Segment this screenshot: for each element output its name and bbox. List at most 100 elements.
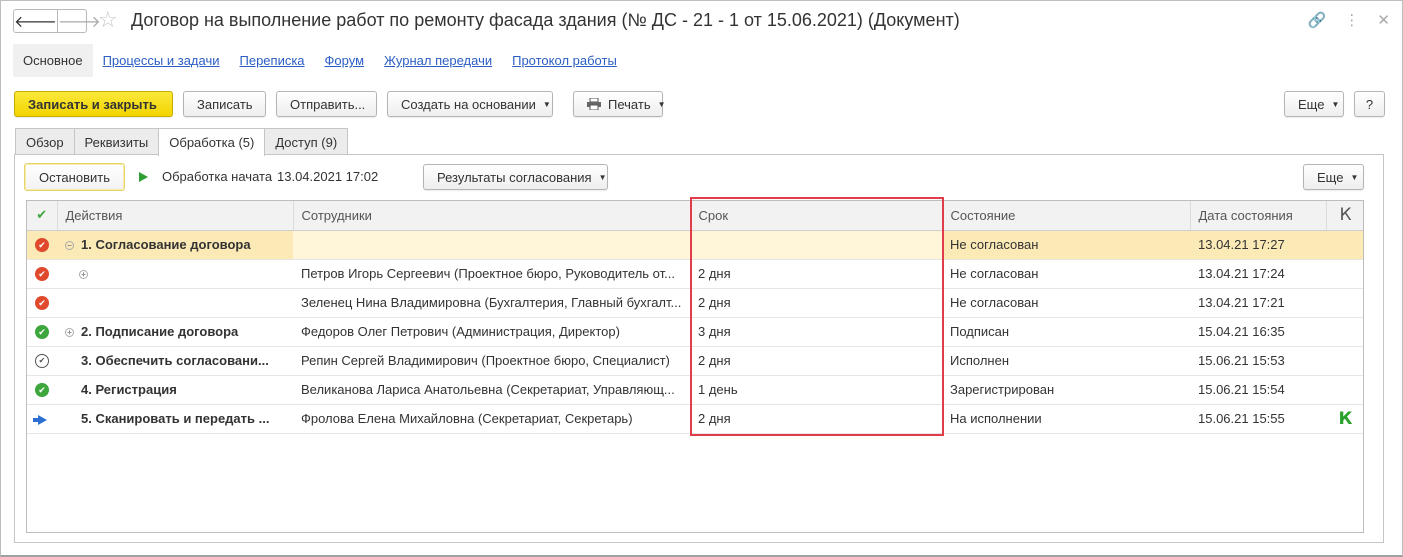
collapse-icon[interactable]: − <box>65 241 74 251</box>
rejected-status-icon: ✔ <box>35 296 49 311</box>
employee-cell: Зеленец Нина Владимировна (Бухгалтерия, … <box>293 288 690 318</box>
panel-more-button[interactable]: Еще ▼ <box>1303 164 1364 190</box>
more-label: Еще <box>1298 96 1325 112</box>
empty-cell <box>690 433 942 462</box>
processing-panel: Остановить Обработка начата 13.04.2021 1… <box>14 154 1384 543</box>
tab-processes[interactable]: Процессы и задачи <box>93 44 230 77</box>
processing-started-label: Обработка начата <box>162 169 273 184</box>
tab-access[interactable]: Доступ (9) <box>264 128 349 155</box>
table-row[interactable]: ✔ 4. Регистрация Великанова Лариса Анатоль… <box>27 375 1363 405</box>
send-button[interactable]: Отправить... <box>276 91 377 117</box>
column-actions[interactable]: Действия <box>57 201 294 231</box>
term-cell: 2 дня <box>690 346 942 376</box>
status-cell: ✔ <box>27 346 57 376</box>
table-row[interactable]: ✔ −1. Согласование договора Не согласован 1… <box>27 230 1363 260</box>
rejected-status-icon: ✔ <box>35 238 49 253</box>
employee-cell <box>293 230 690 260</box>
close-icon[interactable]: ✕ <box>1377 11 1390 29</box>
send-label: Отправить... <box>290 96 366 112</box>
state-cell: Не согласован <box>942 230 1190 260</box>
nav-buttons: 🡐 🡒 <box>13 9 101 33</box>
processing-table: ✔ Действия Сотрудники Срок Состояние Дат… <box>26 200 1364 533</box>
favorite-star-icon[interactable]: ☆ <box>98 8 118 32</box>
status-cell: ✔ <box>27 259 57 289</box>
stop-label: Остановить <box>39 169 110 185</box>
menu-icon[interactable]: ⋮ <box>1344 11 1359 29</box>
empty-row <box>27 462 1363 491</box>
tab-attributes[interactable]: Реквизиты <box>73 128 160 155</box>
state-date-cell: 13.04.21 17:24 <box>1190 259 1326 289</box>
column-k[interactable]: К <box>1326 201 1363 231</box>
control-k-icon <box>1326 346 1363 376</box>
table-row[interactable]: ✔ Зеленец Нина Владимировна (Бухгалтерия,… <box>27 288 1363 318</box>
state-cell: Исполнен <box>942 346 1190 376</box>
panel-more-label: Еще <box>1317 169 1344 185</box>
state-date-cell: 15.04.21 16:35 <box>1190 317 1326 347</box>
status-cell <box>27 404 57 434</box>
tab-transfer-log[interactable]: Журнал передачи <box>374 44 502 77</box>
check-column-icon[interactable]: ✔ <box>27 201 58 231</box>
tab-correspondence[interactable]: Переписка <box>230 44 315 77</box>
forward-arrow-icon[interactable]: 🡒 <box>58 10 101 32</box>
state-cell: На исполнении <box>942 404 1190 434</box>
tab-main[interactable]: Основное <box>13 44 93 77</box>
link-icon[interactable]: 🔗 <box>1308 11 1327 29</box>
column-term[interactable]: Срок <box>690 201 943 231</box>
empty-cell <box>27 462 57 491</box>
state-cell: Не согласован <box>942 288 1190 318</box>
tab-overview[interactable]: Обзор <box>15 128 75 155</box>
play-icon <box>139 172 148 182</box>
empty-row <box>27 491 1363 520</box>
save-close-button[interactable]: Записать и закрыть <box>14 91 173 117</box>
table-row[interactable]: ✔ + Петров Игорь Сергеевич (Проектное бюро… <box>27 259 1363 289</box>
table-row[interactable]: ✔ +2. Подписание договора Федоров Олег Пет… <box>27 317 1363 347</box>
chevron-down-icon: ▼ <box>1331 99 1340 109</box>
approved-status-icon: ✔ <box>35 383 49 398</box>
tab-work-log[interactable]: Протокол работы <box>502 44 627 77</box>
control-k-icon <box>1326 375 1363 405</box>
action-cell: +2. Подписание договора <box>57 317 293 347</box>
state-cell: Подписан <box>942 317 1190 347</box>
empty-cell <box>27 433 57 462</box>
state-cell: Зарегистрирован <box>942 375 1190 405</box>
employee-cell: Репин Сергей Владимирович (Проектное бюр… <box>293 346 690 376</box>
create-based-button[interactable]: Создать на основании ▼ <box>387 91 553 117</box>
approved-status-icon: ✔ <box>35 325 49 340</box>
action-label: 3. Обеспечить согласовани... <box>81 353 269 368</box>
action-cell: 4. Регистрация <box>57 375 293 405</box>
command-bar: Записать и закрыть Записать Отправить...… <box>14 91 1385 117</box>
table-row[interactable]: ✔ 3. Обеспечить согласовани... Репин Серге… <box>27 346 1363 376</box>
more-button[interactable]: Еще ▼ <box>1284 91 1344 117</box>
chevron-down-icon: ▼ <box>657 99 666 109</box>
approval-results-button[interactable]: Результаты согласования ▼ <box>423 164 608 190</box>
printer-icon <box>587 97 601 111</box>
print-label: Печать <box>608 96 651 112</box>
action-label: 5. Сканировать и передать ... <box>81 411 270 426</box>
action-cell: 5. Сканировать и передать ... <box>57 404 293 434</box>
tab-forum[interactable]: Форум <box>315 44 375 77</box>
empty-cell <box>1190 462 1326 491</box>
help-button[interactable]: ? <box>1354 91 1385 117</box>
table-header: ✔ Действия Сотрудники Срок Состояние Дат… <box>27 201 1363 231</box>
column-state[interactable]: Состояние <box>942 201 1191 231</box>
print-button[interactable]: Печать ▼ <box>573 91 666 117</box>
empty-cell <box>27 491 57 520</box>
empty-cell <box>57 491 293 520</box>
table-row[interactable]: 5. Сканировать и передать ... Фролова Еле… <box>27 404 1363 434</box>
term-cell: 1 день <box>690 375 942 405</box>
expand-icon[interactable]: + <box>79 270 88 280</box>
stop-button[interactable]: Остановить <box>24 163 125 191</box>
tab-processing[interactable]: Обработка (5) <box>158 128 266 156</box>
employee-cell: Великанова Лариса Анатольевна (Секретари… <box>293 375 690 405</box>
save-button[interactable]: Записать <box>183 91 266 117</box>
column-employees[interactable]: Сотрудники <box>293 201 691 231</box>
back-arrow-icon[interactable]: 🡐 <box>14 10 58 32</box>
employee-cell: Фролова Елена Михайловна (Секретариат, С… <box>293 404 690 434</box>
empty-cell <box>690 462 942 491</box>
help-label: ? <box>1365 96 1374 112</box>
term-cell: 3 дня <box>690 317 942 347</box>
column-state-date[interactable]: Дата состояния <box>1190 201 1327 231</box>
completed-status-icon: ✔ <box>35 354 49 369</box>
expand-icon[interactable]: + <box>65 328 74 338</box>
state-date-cell: 13.04.21 17:21 <box>1190 288 1326 318</box>
